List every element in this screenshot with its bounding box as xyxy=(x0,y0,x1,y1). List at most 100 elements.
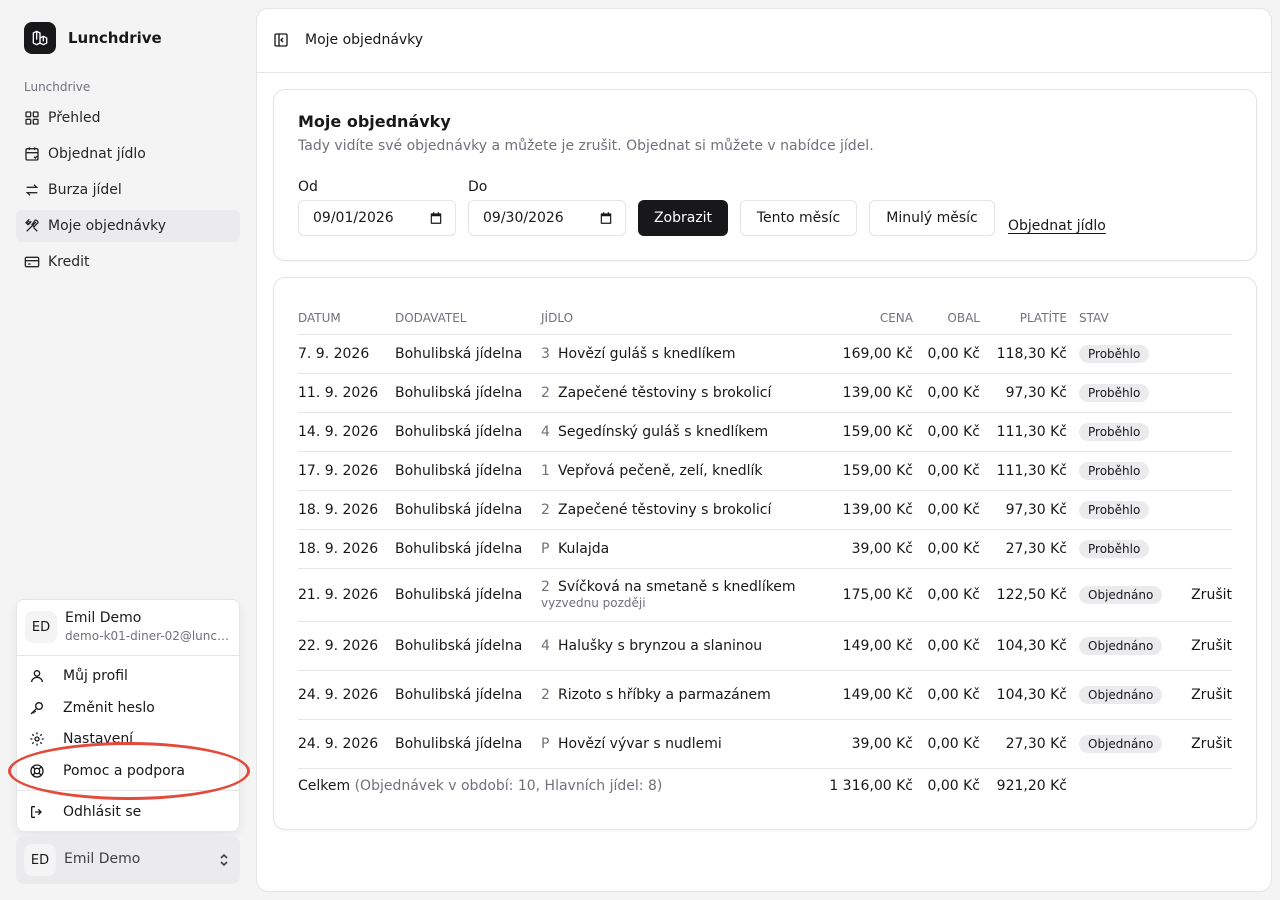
cell-status: Objednáno xyxy=(1067,568,1169,622)
cell-date: 14. 9. 2026 xyxy=(298,412,395,452)
cell-action xyxy=(1169,373,1232,413)
to-label: Do xyxy=(468,179,488,195)
avatar: ED xyxy=(24,844,56,876)
cell-price: 149,00 Kč xyxy=(811,670,913,720)
cell-date: 17. 9. 2026 xyxy=(298,451,395,491)
lifebuoy-icon xyxy=(30,764,44,778)
cell-price: 139,00 Kč xyxy=(811,490,913,530)
from-date-input[interactable]: 09/01/2026 xyxy=(298,200,456,236)
menu-item-label: Odhlásit se xyxy=(63,804,142,820)
cell-price: 159,00 Kč xyxy=(811,412,913,452)
meal-name: Halušky s brynzou a slaninou xyxy=(558,637,763,654)
cell-supplier: Bohulibská jídelna xyxy=(395,719,541,769)
menu-item-label: Nastavení xyxy=(63,731,134,747)
cell-action: Zrušit xyxy=(1169,719,1232,769)
cell-action xyxy=(1169,451,1232,491)
to-date-input[interactable]: 09/30/2026 xyxy=(468,200,626,236)
menu-separator xyxy=(17,790,239,791)
brand[interactable]: Lunchdrive xyxy=(24,22,162,54)
cell-status: Proběhlo xyxy=(1067,529,1169,569)
cell-action: Zrušit xyxy=(1169,621,1232,671)
table-row: 24. 9. 2026 Bohulibská jídelna P Hovězí výv… xyxy=(298,719,1232,769)
utensils-icon xyxy=(25,218,39,232)
this-month-button[interactable]: Tento měsíc xyxy=(740,200,857,236)
cell-action: Zrušit xyxy=(1169,670,1232,720)
from-date-value: 09/01/2026 xyxy=(313,210,394,226)
cancel-order-button[interactable]: Zrušit xyxy=(1191,587,1232,603)
cell-packaging: 0,00 Kč xyxy=(913,451,980,491)
sidebar-item-prehled[interactable]: Přehled xyxy=(16,102,240,134)
cell-meal: 1 Vepřová pečeně, zelí, knedlík xyxy=(541,451,811,491)
column-header-supplier: DODAVATEL xyxy=(395,302,541,335)
cell-date: 22. 9. 2026 xyxy=(298,621,395,671)
user-icon xyxy=(31,670,43,683)
sidebar-item-objednat-jidlo[interactable]: Objednat jídlo xyxy=(16,138,240,170)
meal-quantity: 4 xyxy=(541,637,550,654)
orders-table-card: DATUM DODAVATEL JÍDLO CENA OBAL PLATÍTE … xyxy=(273,277,1257,830)
cell-meal: P Kulajda xyxy=(541,529,811,569)
cell-supplier: Bohulibská jídelna xyxy=(395,568,541,622)
swap-icon xyxy=(25,184,39,196)
cell-supplier: Bohulibská jídelna xyxy=(395,529,541,569)
order-meal-link[interactable]: Objednat jídlo xyxy=(1008,218,1106,234)
cell-date: 18. 9. 2026 xyxy=(298,490,395,530)
table-row: 21. 9. 2026 Bohulibská jídelna 2 Svíčková n… xyxy=(298,568,1232,622)
meal-quantity: 1 xyxy=(541,462,550,479)
cell-pay: 104,30 Kč xyxy=(980,621,1067,671)
cancel-order-button[interactable]: Zrušit xyxy=(1191,638,1232,654)
sidebar-item-moje-objednavky[interactable]: Moje objednávky xyxy=(16,210,240,242)
sidebar-item-burza-jidel[interactable]: Burza jídel xyxy=(16,174,240,206)
from-label: Od xyxy=(298,179,318,195)
menu-item-logout[interactable]: Odhlásit se xyxy=(25,798,231,826)
cell-pay: 97,30 Kč xyxy=(980,490,1067,530)
cell-status: Proběhlo xyxy=(1067,334,1169,374)
nav-group-label: Lunchdrive xyxy=(24,80,91,94)
cell-pay: 27,30 Kč xyxy=(980,719,1067,769)
user-menu-trigger[interactable]: ED Emil Demo xyxy=(16,836,240,884)
meal-quantity: 2 xyxy=(541,384,550,401)
cell-packaging: 0,00 Kč xyxy=(913,670,980,720)
cancel-order-button[interactable]: Zrušit xyxy=(1191,687,1232,703)
cell-pay: 104,30 Kč xyxy=(980,670,1067,720)
last-month-button[interactable]: Minulý měsíc xyxy=(869,200,995,236)
total-empty xyxy=(1169,768,1232,804)
calendar-icon[interactable] xyxy=(429,211,443,225)
sidebar-item-label: Moje objednávky xyxy=(48,218,167,234)
calendar-icon[interactable] xyxy=(599,211,613,225)
cell-packaging: 0,00 Kč xyxy=(913,490,980,530)
cell-price: 159,00 Kč xyxy=(811,451,913,491)
cell-packaging: 0,00 Kč xyxy=(913,621,980,671)
credit-card-icon xyxy=(24,256,40,268)
cell-meal: 3 Hovězí guláš s knedlíkem xyxy=(541,334,811,374)
cell-pay: 111,30 Kč xyxy=(980,412,1067,452)
sidebar-toggle-icon[interactable] xyxy=(273,32,289,48)
app-logo-icon xyxy=(24,22,56,54)
cell-packaging: 0,00 Kč xyxy=(913,334,980,374)
sidebar-item-label: Objednat jídlo xyxy=(48,146,146,162)
column-header-action xyxy=(1169,302,1232,335)
menu-item-change-password[interactable]: Změnit heslo xyxy=(25,694,231,722)
meal-name: Segedínský guláš s knedlíkem xyxy=(558,423,769,440)
status-badge: Objednáno xyxy=(1079,636,1163,655)
cell-status: Objednáno xyxy=(1067,719,1169,769)
meal-name: Rizoto s hříbky a parmazánem xyxy=(558,686,771,703)
cell-date: 21. 9. 2026 xyxy=(298,568,395,622)
sidebar-item-kredit[interactable]: Kredit xyxy=(16,246,240,278)
user-name: Emil Demo xyxy=(64,851,141,867)
table-row: 24. 9. 2026 Bohulibská jídelna 2 Rizoto s h… xyxy=(298,670,1232,720)
status-badge: Proběhlo xyxy=(1079,383,1150,402)
cell-action xyxy=(1169,412,1232,452)
cancel-order-button[interactable]: Zrušit xyxy=(1191,736,1232,752)
menu-item-help[interactable]: Pomoc a podpora xyxy=(25,757,231,785)
status-badge: Objednáno xyxy=(1079,734,1163,753)
table-row: 14. 9. 2026 Bohulibská jídelna 4 Segedínský… xyxy=(298,412,1232,452)
show-button[interactable]: Zobrazit xyxy=(638,200,728,236)
page-title: Moje objednávky xyxy=(305,32,424,48)
cell-meal: 2 Zapečené těstoviny s brokolicí xyxy=(541,373,811,413)
menu-item-profile[interactable]: Můj profil xyxy=(25,662,231,690)
menu-item-label: Pomoc a podpora xyxy=(63,763,186,779)
column-header-date: DATUM xyxy=(298,302,395,335)
cell-pay: 97,30 Kč xyxy=(980,373,1067,413)
menu-item-settings[interactable]: Nastavení xyxy=(25,725,231,753)
user-name: Emil Demo xyxy=(65,610,142,626)
